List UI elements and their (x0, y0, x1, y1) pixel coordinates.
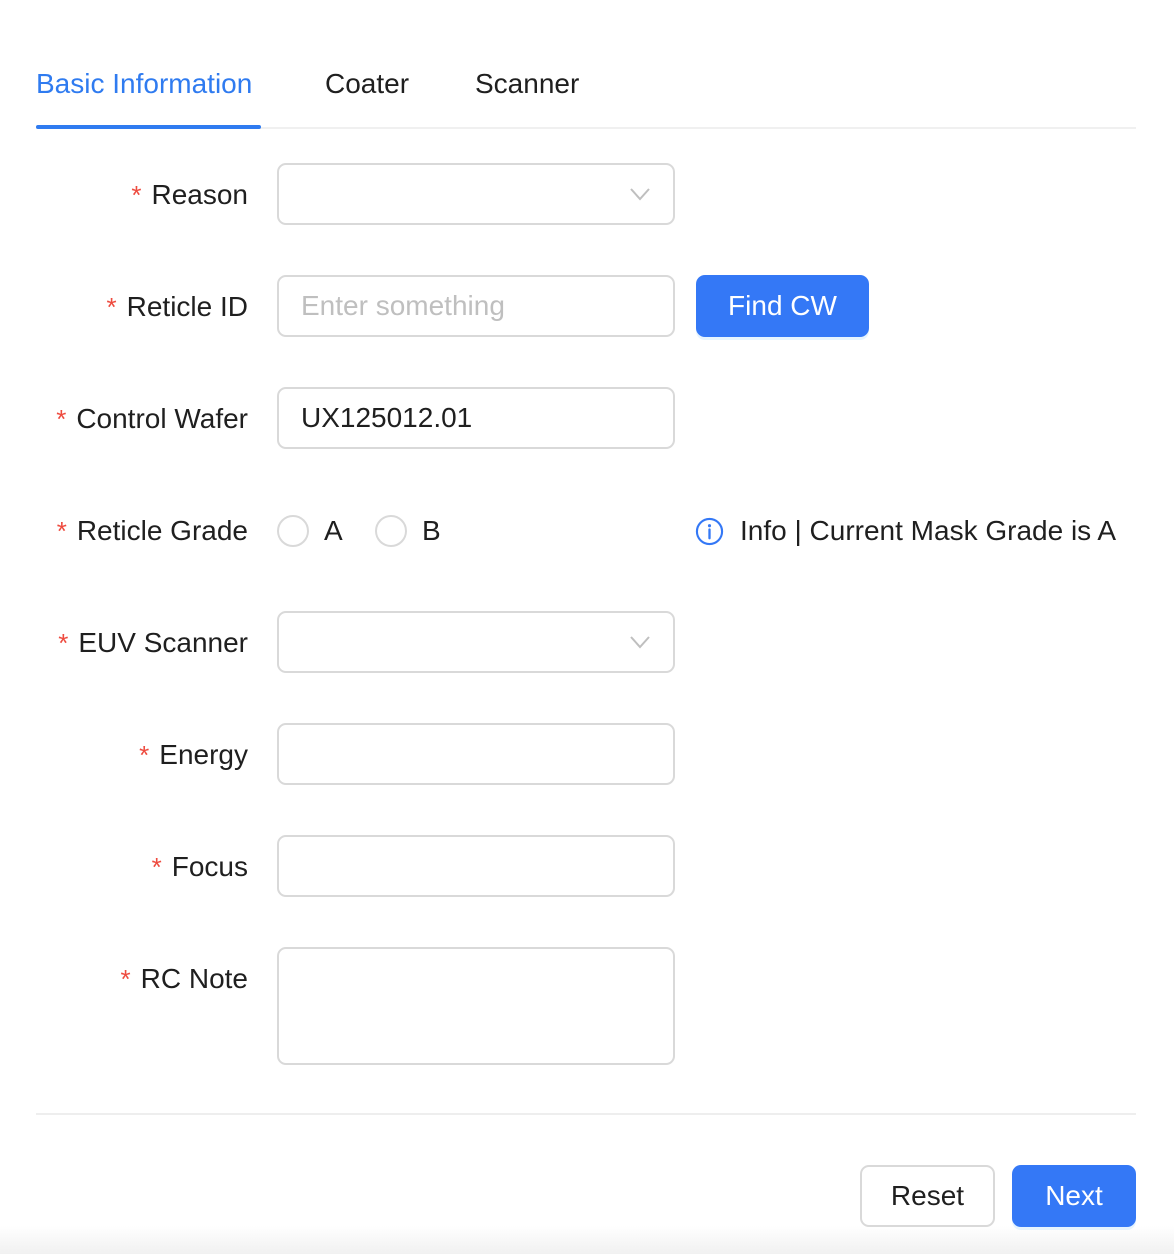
reticle-id-field (277, 275, 675, 337)
tab-basic-information[interactable]: Basic Information (36, 66, 252, 102)
radio-grade-b[interactable] (375, 515, 407, 547)
info-circle-icon (695, 517, 724, 546)
tab-bar: Basic Information Coater Scanner (36, 0, 1136, 129)
tab-label: Coater (325, 68, 410, 99)
form-row-control-wafer: * Control Wafer (0, 387, 1174, 451)
form-row-focus: * Focus (0, 835, 1174, 899)
form-label-energy: * Energy (139, 739, 248, 770)
required-mark: * (106, 292, 117, 322)
form-label-focus: * Focus (151, 851, 248, 882)
required-mark: * (139, 740, 150, 770)
form-row-reason: * Reason (0, 163, 1174, 227)
form-label-euv-scanner: * EUV Scanner (58, 627, 248, 658)
required-mark: * (120, 964, 131, 994)
radio-grade-a-label[interactable]: A (324, 499, 343, 563)
control-wafer-input[interactable] (279, 389, 673, 447)
form-label-reticle-id: * Reticle ID (106, 291, 249, 322)
tab-label: Scanner (475, 68, 580, 99)
form-row-rc-note: * RC Note (0, 947, 1174, 1065)
next-button[interactable]: Next (1012, 1165, 1136, 1227)
find-cw-button[interactable]: Find CW (696, 275, 869, 337)
chevron-down-icon (630, 636, 650, 649)
form-row-euv-scanner: * EUV Scanner (0, 611, 1174, 675)
mask-grade-info-text: Info | Current Mask Grade is A (740, 515, 1117, 546)
focus-input[interactable] (279, 837, 673, 895)
radio-grade-a[interactable] (277, 515, 309, 547)
form-row-reticle-id: *Reticle ID Find CW (0, 275, 1174, 339)
required-mark: * (151, 852, 162, 882)
tab-scanner[interactable]: Scanner (475, 66, 579, 102)
footer-divider (36, 1113, 1136, 1115)
required-mark: * (56, 516, 67, 546)
rc-note-field (277, 947, 675, 1065)
control-wafer-field (277, 387, 675, 449)
active-tab-indicator (36, 125, 261, 129)
required-mark: * (58, 628, 69, 658)
form-row-reticle-grade: * Reticle Grade A B Info | Current Mask G… (0, 499, 1174, 563)
form-label-rc-note: * RC Note (120, 963, 249, 994)
form-label-reticle-grade: * Reticle Grade (56, 515, 248, 546)
reticle-id-input[interactable] (279, 277, 673, 335)
required-mark: * (131, 180, 142, 210)
energy-field (277, 723, 675, 785)
required-mark: * (56, 404, 67, 434)
tab-coater[interactable]: Coater (325, 66, 409, 102)
energy-input[interactable] (279, 725, 673, 783)
reason-select[interactable] (277, 163, 675, 225)
bottom-shadow (0, 1226, 1174, 1254)
radio-grade-b-label[interactable]: B (422, 499, 441, 563)
chevron-down-icon (630, 188, 650, 201)
tab-label: Basic Information (36, 68, 253, 99)
euv-scanner-select[interactable] (277, 611, 675, 673)
form-row-energy: * Energy (0, 723, 1174, 787)
focus-field (277, 835, 675, 897)
rc-note-textarea[interactable] (279, 949, 673, 1063)
form-label-control-wafer: * Control Wafer (56, 403, 248, 434)
reset-button[interactable]: Reset (860, 1165, 995, 1227)
form-label-reason: * Reason (131, 179, 248, 210)
